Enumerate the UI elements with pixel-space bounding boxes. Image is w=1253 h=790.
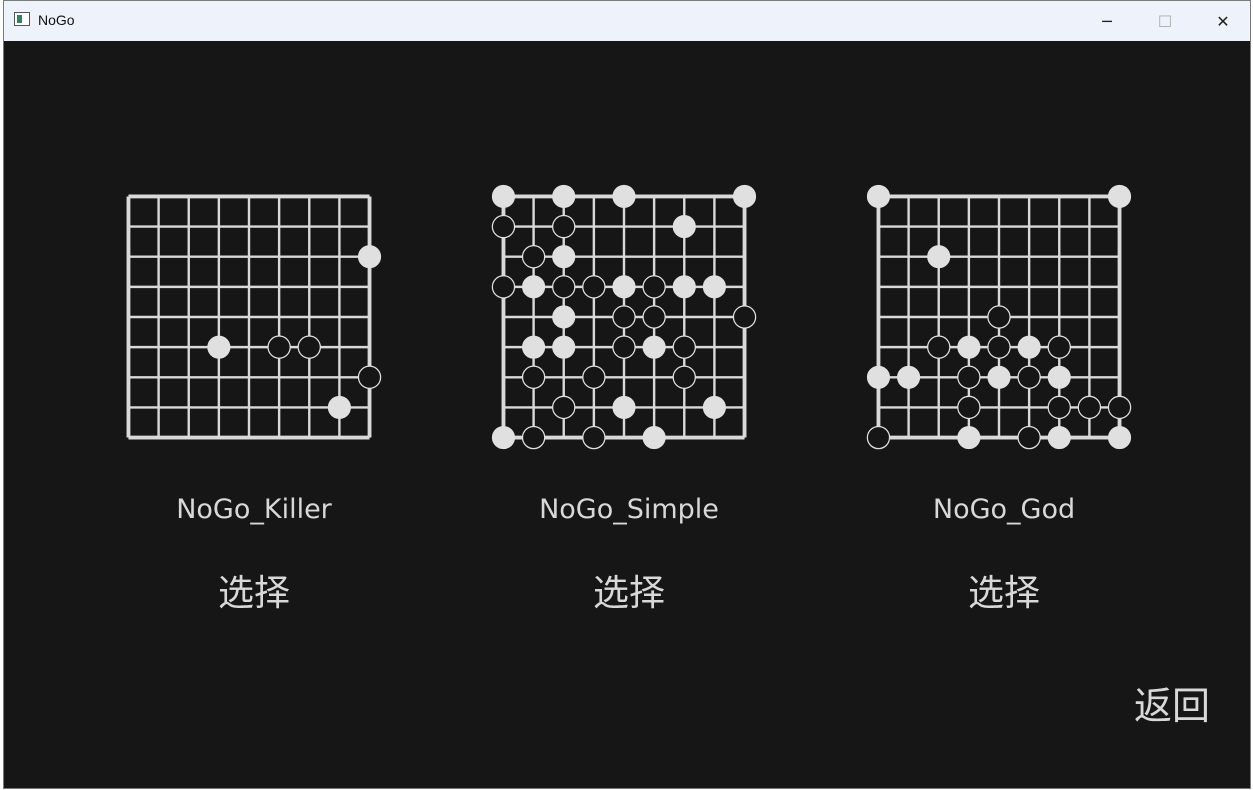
black-stone	[521, 365, 546, 389]
white-stone	[642, 425, 666, 450]
black-stone	[1017, 425, 1041, 450]
black-stone	[1047, 335, 1071, 359]
black-stone	[927, 335, 951, 359]
white-stone	[612, 395, 636, 419]
app-icon	[14, 12, 30, 26]
white-stone	[552, 184, 576, 209]
maximize-button[interactable]: ☐	[1136, 1, 1194, 41]
black-stone	[297, 335, 321, 359]
black-stone	[1017, 365, 1041, 389]
app-window: NoGo ─ ☐ ✕ NoGo_Killer NoGo_Simple NoGo_…	[3, 0, 1251, 789]
white-stone	[552, 335, 576, 359]
white-stone	[612, 184, 636, 209]
black-stone	[866, 425, 891, 450]
white-stone	[897, 365, 921, 389]
black-stone	[957, 395, 981, 420]
white-stone	[1047, 365, 1071, 389]
ai-name-killer: NoGo_Killer	[176, 494, 332, 525]
black-stone	[642, 305, 666, 329]
white-stone	[987, 365, 1011, 389]
back-button[interactable]: 返回	[1122, 678, 1222, 734]
white-stone	[327, 395, 351, 419]
ai-name-god: NoGo_God	[932, 494, 1076, 525]
white-stone	[642, 335, 666, 359]
black-stone	[357, 365, 382, 389]
white-stone	[1107, 425, 1132, 450]
board-svg-simple	[491, 184, 757, 450]
black-stone	[267, 335, 291, 359]
black-stone	[612, 305, 636, 329]
black-stone	[552, 214, 576, 239]
white-stone	[672, 275, 696, 299]
white-stone	[522, 335, 546, 359]
black-stone	[491, 275, 516, 299]
black-stone	[672, 365, 696, 389]
black-stone	[552, 395, 576, 420]
black-stone	[1107, 395, 1132, 420]
black-stone	[987, 305, 1011, 329]
select-simple-button[interactable]: 选择	[549, 567, 709, 621]
select-god-button[interactable]: 选择	[924, 567, 1084, 621]
select-killer-button[interactable]: 选择	[174, 567, 334, 621]
white-stone	[491, 425, 516, 450]
white-stone	[1047, 425, 1071, 450]
white-stone	[957, 335, 981, 359]
white-stone	[552, 245, 576, 269]
white-stone	[866, 365, 891, 389]
white-stone	[552, 305, 576, 329]
board-preview-simple	[489, 177, 759, 457]
black-stone	[612, 335, 636, 359]
white-stone	[612, 275, 636, 299]
white-stone	[866, 184, 891, 209]
board-preview-killer	[114, 177, 384, 457]
board-preview-god	[864, 177, 1134, 457]
board-svg-god	[866, 184, 1132, 450]
black-stone	[552, 275, 576, 299]
white-stone	[672, 215, 696, 239]
black-stone	[672, 335, 696, 359]
black-stone	[957, 365, 981, 389]
white-stone	[702, 275, 726, 299]
white-stone	[702, 395, 726, 419]
white-stone	[357, 245, 382, 269]
white-stone	[491, 184, 516, 209]
black-stone	[521, 245, 546, 269]
white-stone	[522, 275, 546, 299]
white-stone	[1017, 335, 1041, 359]
ai-name-simple: NoGo_Simple	[539, 494, 719, 525]
white-stone	[207, 335, 231, 359]
white-stone	[957, 425, 981, 450]
black-stone	[491, 214, 516, 239]
black-stone	[1077, 395, 1102, 420]
black-stone	[642, 275, 666, 299]
title-bar: NoGo ─ ☐ ✕	[4, 1, 1250, 41]
white-stone	[732, 184, 757, 209]
black-stone	[582, 275, 606, 299]
window-title: NoGo	[38, 12, 75, 28]
minimize-button[interactable]: ─	[1078, 1, 1136, 41]
close-button[interactable]: ✕	[1194, 1, 1252, 41]
black-stone	[732, 305, 757, 329]
black-stone	[582, 365, 606, 389]
black-stone	[582, 425, 606, 450]
board-svg-killer	[126, 194, 382, 440]
white-stone	[927, 245, 951, 269]
white-stone	[1107, 184, 1132, 209]
black-stone	[1047, 395, 1071, 420]
black-stone	[521, 425, 546, 450]
black-stone	[987, 335, 1011, 359]
